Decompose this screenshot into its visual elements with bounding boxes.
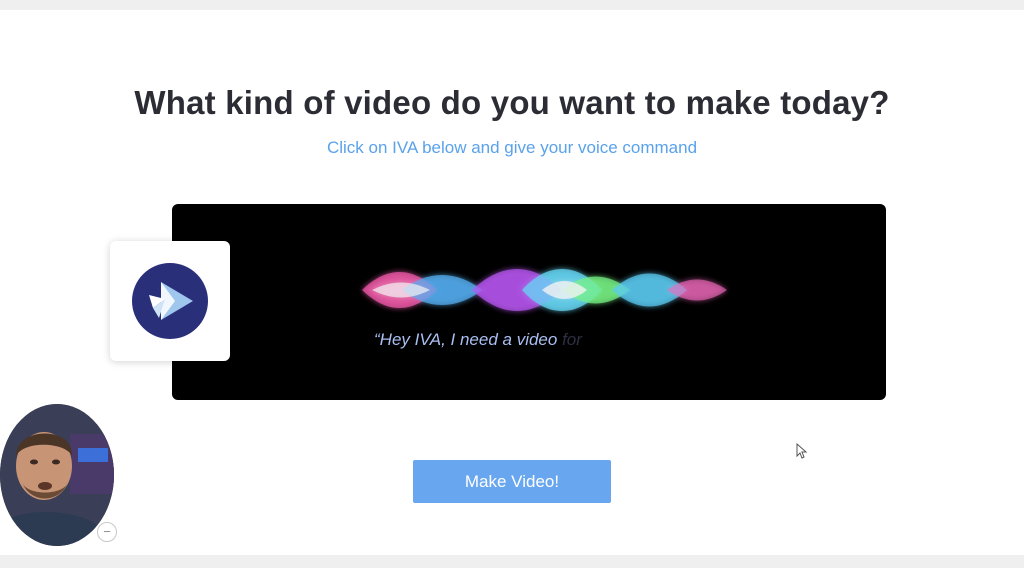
play-bird-logo-icon	[132, 263, 208, 339]
presenter-avatar	[0, 404, 114, 546]
voice-prompt-main: “Hey IVA, I need a video	[374, 330, 558, 349]
voice-prompt-fade: for	[557, 330, 582, 349]
page-subtitle: Click on IVA below and give your voice c…	[326, 138, 698, 157]
page-title: What kind of video do you want to make t…	[134, 84, 890, 121]
presenter-webcam[interactable]	[0, 404, 114, 546]
voice-assistant-panel[interactable]: “Hey IVA, I need a video for	[172, 204, 886, 400]
mouse-pointer-icon	[796, 443, 808, 459]
make-video-button[interactable]: Make Video!	[413, 460, 611, 503]
minus-icon[interactable]: −	[97, 522, 117, 542]
voice-waveform	[294, 269, 817, 311]
voice-prompt-text: “Hey IVA, I need a video for	[374, 330, 582, 350]
iva-logo-button[interactable]	[110, 241, 230, 361]
